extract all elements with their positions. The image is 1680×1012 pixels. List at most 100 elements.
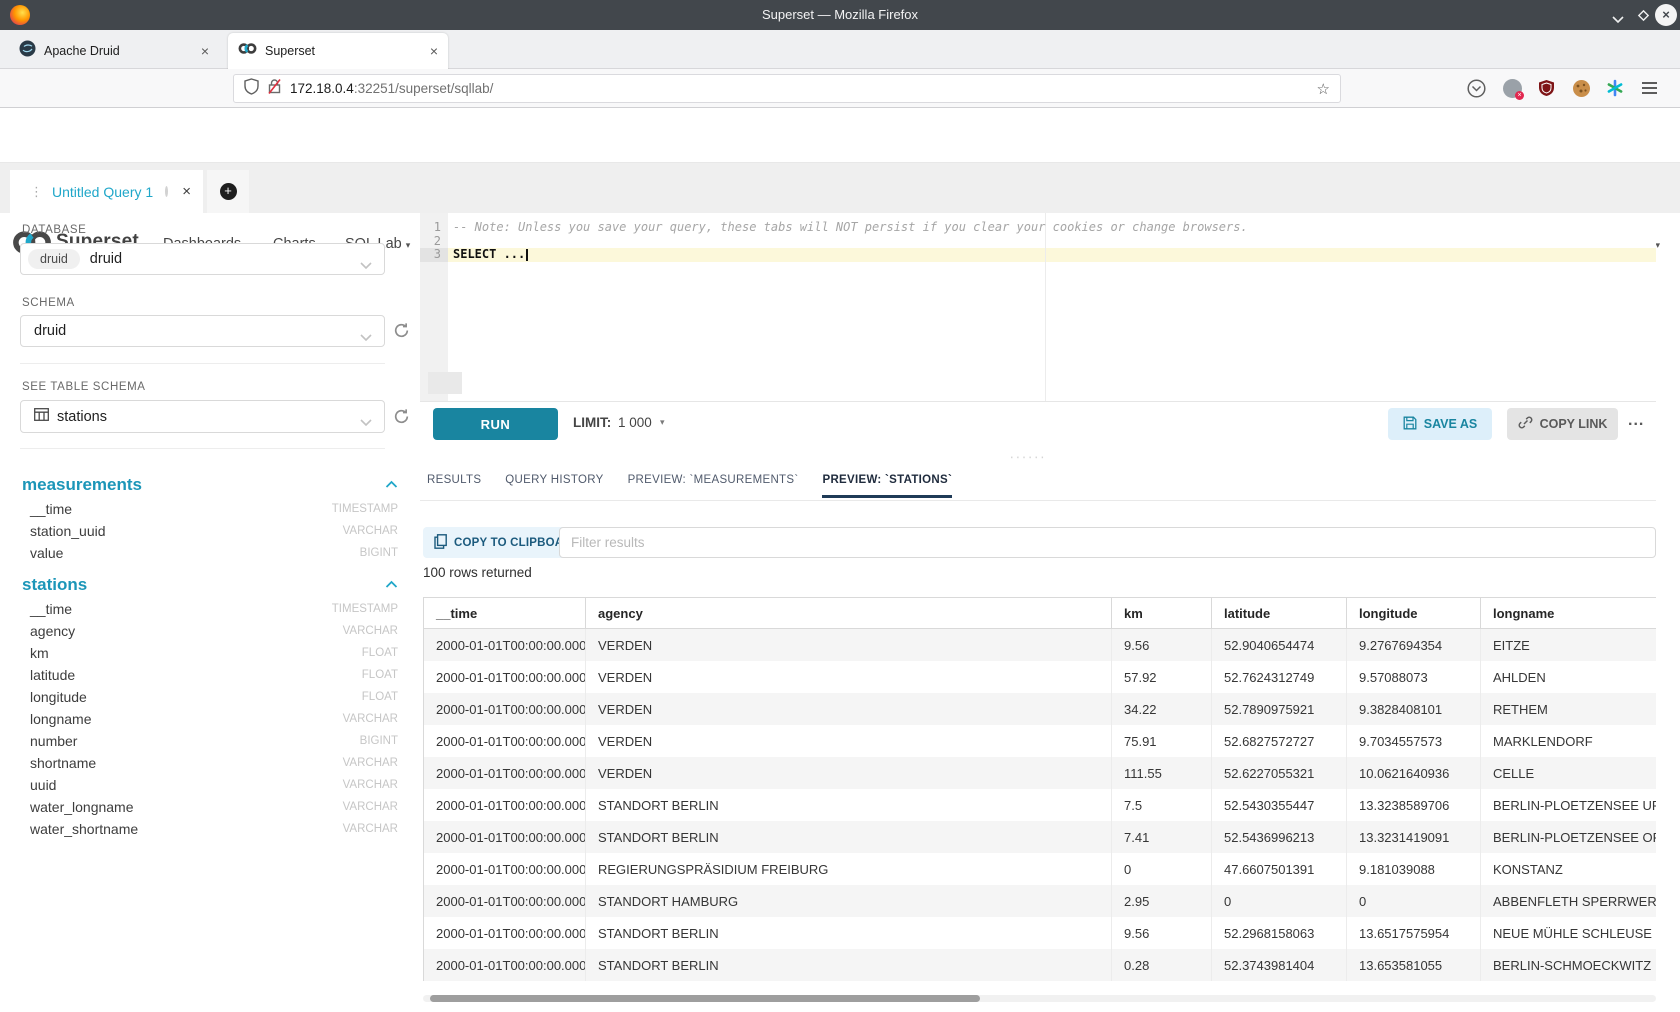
table-cell: 2000-01-01T00:00:00.000Z <box>424 789 586 821</box>
schema-select[interactable]: druid <box>20 315 385 347</box>
more-options-button[interactable]: ... <box>1628 412 1644 430</box>
close-icon[interactable]: × <box>182 183 191 200</box>
tab-results[interactable]: RESULTS <box>427 474 481 498</box>
plus-circle-icon: + <box>220 183 237 200</box>
table-cell: 57.92 <box>1112 661 1212 693</box>
table-cell: NEUE MÜHLE SCHLEUSE OP <box>1481 917 1656 949</box>
table-row[interactable]: 2000-01-01T00:00:00.000ZSTANDORT BERLIN7… <box>424 789 1656 821</box>
copy-link-button[interactable]: COPY LINK <box>1507 408 1618 440</box>
filter-results-input[interactable] <box>559 527 1656 558</box>
column-header[interactable]: longitude <box>1347 598 1481 628</box>
tab-close-icon[interactable]: × <box>191 43 209 59</box>
table-cell: 13.3231419091 <box>1347 821 1481 853</box>
schema-tables: measurements__timeTIMESTAMPstation_uuidV… <box>22 472 398 840</box>
table-row[interactable]: 2000-01-01T00:00:00.000ZSTANDORT HAMBURG… <box>424 885 1656 917</box>
bookmark-star-icon[interactable]: ☆ <box>1317 80 1330 98</box>
chevron-up-icon[interactable] <box>385 576 398 594</box>
tab-preview-stations[interactable]: PREVIEW: `STATIONS` <box>822 474 952 498</box>
query-tab-title[interactable]: Untitled Query 1 <box>52 184 153 200</box>
window-minimize-icon[interactable] <box>1611 11 1625 29</box>
table-row[interactable]: 2000-01-01T00:00:00.000ZVERDEN57.9252.76… <box>424 661 1656 693</box>
column-name: __time <box>22 501 72 517</box>
table-row[interactable]: 2000-01-01T00:00:00.000ZSTANDORT BERLIN9… <box>424 917 1656 949</box>
table-row[interactable]: 2000-01-01T00:00:00.000ZSTANDORT BERLIN7… <box>424 821 1656 853</box>
shield-icon[interactable] <box>244 78 259 100</box>
refresh-schema-icon[interactable] <box>392 321 411 345</box>
database-select[interactable]: druid druid <box>20 243 385 275</box>
print-margin-ruler <box>1045 213 1046 401</box>
active-line-highlight <box>448 248 1656 262</box>
table-select[interactable]: stations <box>20 400 385 433</box>
privacy-extension-icon[interactable]: × <box>1503 79 1522 98</box>
sql-editor[interactable]: 1 2 3 -- Note: Unless you save your quer… <box>420 213 1656 402</box>
insecure-lock-icon[interactable] <box>267 78 282 100</box>
table-row[interactable]: 2000-01-01T00:00:00.000ZVERDEN9.5652.904… <box>424 629 1656 661</box>
table-cell: 2000-01-01T00:00:00.000Z <box>424 757 586 789</box>
menu-hamburger-icon[interactable] <box>1641 81 1658 100</box>
table-cell: 52.5430355447 <box>1212 789 1347 821</box>
add-query-tab-button[interactable]: + <box>207 170 249 213</box>
table-cell: 52.6227055321 <box>1212 757 1347 789</box>
window-close-icon[interactable]: × <box>1655 4 1677 26</box>
column-header[interactable]: agency <box>586 598 1112 628</box>
column-name: water_longname <box>22 799 134 815</box>
run-button[interactable]: RUN <box>433 408 558 440</box>
table-row[interactable]: 2000-01-01T00:00:00.000ZVERDEN34.2252.78… <box>424 693 1656 725</box>
drag-dots-icon[interactable]: ⋮ <box>30 184 43 200</box>
browser-tab-superset[interactable]: Superset × <box>228 33 448 69</box>
column-name: km <box>22 645 49 661</box>
tab-preview-measurements[interactable]: PREVIEW: `MEASUREMENTS` <box>628 474 799 498</box>
chevron-down-icon: ▾ <box>406 240 411 250</box>
column-header[interactable]: longname <box>1481 598 1656 628</box>
column-name: latitude <box>22 667 75 683</box>
schema-table-header[interactable]: measurements <box>22 472 398 498</box>
column-name: shortname <box>22 755 96 771</box>
column-type: TIMESTAMP <box>332 603 398 615</box>
table-cell: STANDORT BERLIN <box>586 949 1112 981</box>
pane-drag-handle[interactable]: ⋅⋅⋅⋅⋅⋅ <box>985 450 1071 466</box>
refresh-tables-icon[interactable] <box>392 407 411 431</box>
ublock-icon[interactable] <box>1538 79 1555 102</box>
results-table-body: 2000-01-01T00:00:00.000ZVERDEN9.5652.904… <box>424 629 1656 981</box>
browser-tabbar: Apache Druid × Superset × + <box>0 30 1680 69</box>
table-cell: 52.7890975921 <box>1212 693 1347 725</box>
table-cell: VERDEN <box>586 757 1112 789</box>
window-maximize-icon[interactable] <box>1637 9 1650 27</box>
divider <box>20 363 385 364</box>
copy-link-label: COPY LINK <box>1540 417 1608 431</box>
query-tab[interactable]: ⋮ Untitled Query 1 × <box>10 170 203 213</box>
table-cell: 2000-01-01T00:00:00.000Z <box>424 885 586 917</box>
cookie-extension-icon[interactable] <box>1572 79 1591 103</box>
column-header[interactable]: __time <box>424 598 586 628</box>
save-as-label: SAVE AS <box>1424 417 1478 431</box>
browser-tab-druid[interactable]: Apache Druid × <box>9 33 219 69</box>
chevron-up-icon[interactable] <box>385 476 398 494</box>
table-cell: VERDEN <box>586 629 1112 661</box>
chevron-down-icon[interactable]: ▾ <box>660 417 665 428</box>
table-row[interactable]: 2000-01-01T00:00:00.000ZVERDEN111.5552.6… <box>424 757 1656 789</box>
table-row[interactable]: 2000-01-01T00:00:00.000ZVERDEN75.9152.68… <box>424 725 1656 757</box>
column-row: valueBIGINT <box>22 542 398 564</box>
table-row[interactable]: 2000-01-01T00:00:00.000ZSTANDORT BERLIN0… <box>424 949 1656 981</box>
asterisk-extension-icon[interactable] <box>1606 79 1624 102</box>
column-type: FLOAT <box>362 669 398 681</box>
schema-table-name: stations <box>22 575 87 595</box>
table-cell: 75.91 <box>1112 725 1212 757</box>
tab-close-icon[interactable]: × <box>420 43 438 59</box>
text-cursor <box>526 249 528 261</box>
pocket-icon[interactable] <box>1467 79 1486 103</box>
column-name: __time <box>22 601 72 617</box>
column-name: water_shortname <box>22 821 138 837</box>
schema-table-header[interactable]: stations <box>22 572 398 598</box>
url-bar[interactable]: 172.18.0.4:32251/superset/sqllab/ ☆ <box>233 74 1341 103</box>
tab-query-history[interactable]: QUERY HISTORY <box>505 474 603 498</box>
divider <box>20 448 385 449</box>
column-header[interactable]: km <box>1112 598 1212 628</box>
save-as-button[interactable]: SAVE AS <box>1388 408 1492 440</box>
limit-value[interactable]: 1 000 <box>618 415 652 430</box>
column-header[interactable]: latitude <box>1212 598 1347 628</box>
table-cell: 9.3828408101 <box>1347 693 1481 725</box>
schema-table-name: measurements <box>22 475 142 495</box>
horizontal-scrollbar-thumb[interactable] <box>430 995 980 1002</box>
table-row[interactable]: 2000-01-01T00:00:00.000ZREGIERUNGSPRÄSID… <box>424 853 1656 885</box>
